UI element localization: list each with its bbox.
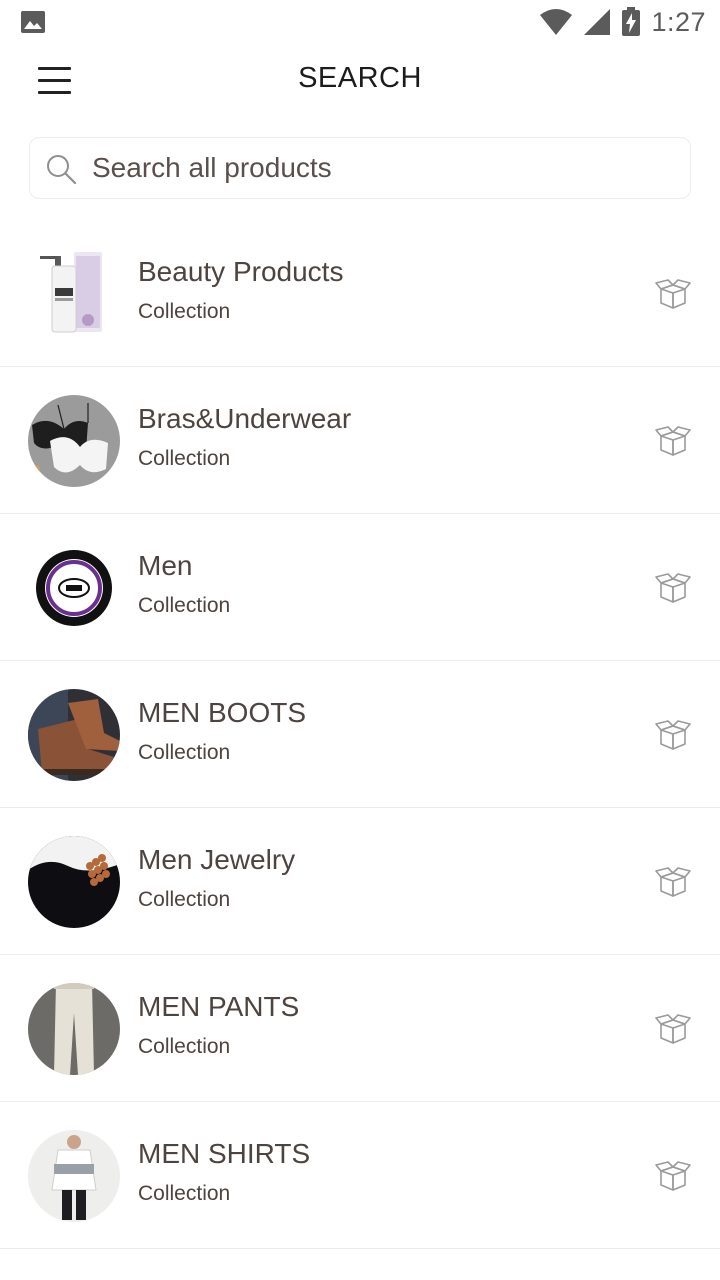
beauty-products-thumbnail — [28, 248, 120, 340]
search-input[interactable] — [92, 138, 682, 198]
men-shirts-thumbnail — [28, 1130, 120, 1222]
status-icons: 1:27 — [539, 6, 706, 38]
search-icon — [47, 155, 77, 185]
collection-title: Bras&Underwear — [138, 403, 352, 434]
men-boots-thumbnail — [28, 689, 120, 781]
list-item[interactable]: Beauty Products Collection — [0, 220, 720, 367]
open-box-icon[interactable] — [654, 864, 692, 898]
bras-underwear-thumbnail — [28, 395, 120, 487]
list-item[interactable]: Men Collection — [0, 514, 720, 661]
cell-signal-icon — [584, 9, 611, 35]
collection-title: Men — [138, 550, 193, 581]
men-jewelry-thumbnail — [28, 836, 120, 928]
open-box-icon[interactable] — [654, 1011, 692, 1045]
collection-list: Beauty Products Collection Bras&Underwea… — [0, 220, 720, 1249]
collection-subtitle: Collection — [138, 447, 231, 470]
page-title: SEARCH — [298, 62, 422, 94]
battery-charging-icon — [622, 7, 641, 36]
men-pants-thumbnail — [28, 983, 120, 1075]
collection-title: MEN PANTS — [138, 991, 300, 1022]
open-box-icon[interactable] — [654, 423, 692, 457]
collection-subtitle: Collection — [138, 594, 231, 617]
open-box-icon[interactable] — [654, 1158, 692, 1192]
wifi-icon — [540, 9, 573, 35]
collection-subtitle: Collection — [138, 741, 231, 764]
collection-subtitle: Collection — [138, 888, 231, 911]
collection-title: Men Jewelry — [138, 844, 296, 875]
list-item[interactable]: MEN PANTS Collection — [0, 955, 720, 1102]
image-icon — [21, 11, 45, 33]
search-bar[interactable] — [29, 137, 691, 199]
open-box-icon[interactable] — [654, 276, 692, 310]
list-item[interactable]: Men Jewelry Collection — [0, 808, 720, 955]
list-item[interactable]: MEN BOOTS Collection — [0, 661, 720, 808]
men-logo-thumbnail — [28, 542, 120, 634]
status-bar: 1:27 — [0, 0, 720, 44]
app-bar: SEARCH — [0, 44, 720, 118]
collection-title: MEN BOOTS — [138, 697, 307, 728]
list-item[interactable]: MEN SHIRTS Collection — [0, 1102, 720, 1249]
collection-subtitle: Collection — [138, 1182, 231, 1205]
open-box-icon[interactable] — [654, 570, 692, 604]
collection-subtitle: Collection — [138, 300, 231, 323]
list-item[interactable]: Bras&Underwear Collection — [0, 367, 720, 514]
collection-title: Beauty Products — [138, 256, 344, 287]
clock: 1:27 — [651, 6, 706, 37]
collection-subtitle: Collection — [138, 1035, 231, 1058]
collection-title: MEN SHIRTS — [138, 1138, 311, 1169]
open-box-icon[interactable] — [654, 717, 692, 751]
